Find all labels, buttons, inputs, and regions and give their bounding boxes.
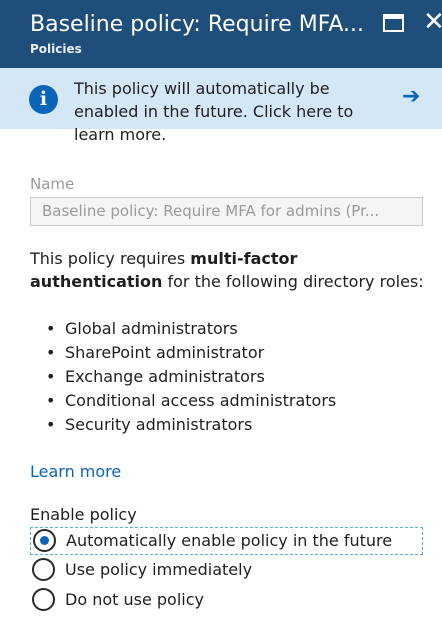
role-label: Security administrators	[65, 415, 253, 434]
description-prefix: This policy requires	[30, 249, 191, 268]
role-label: Exchange administrators	[65, 367, 265, 386]
list-item: • Exchange administrators	[46, 365, 336, 389]
roles-list: • Global administrators • SharePoint admin…	[46, 317, 336, 437]
description-suffix: for the following directory roles:	[162, 272, 424, 291]
info-banner[interactable]: i This policy will automatically be enab…	[0, 68, 442, 144]
learn-more-link[interactable]: Learn more	[30, 461, 121, 483]
role-label: Global administrators	[65, 319, 238, 338]
bullet-icon: •	[46, 343, 56, 362]
radio-selected-icon[interactable]	[33, 529, 56, 552]
bullet-icon: •	[46, 319, 56, 338]
maximize-button[interactable]	[383, 14, 404, 32]
list-item: • Global administrators	[46, 317, 336, 341]
radio-unselected-icon[interactable]	[32, 558, 55, 581]
close-button[interactable]: ✕	[423, 7, 442, 37]
list-item: • SharePoint administrator	[46, 341, 336, 365]
name-label: Name	[30, 175, 75, 193]
page-title: Baseline policy: Require MFA...	[30, 12, 365, 37]
list-item: • Conditional access administrators	[46, 389, 336, 413]
bullet-icon: •	[46, 415, 56, 434]
blade-header: Baseline policy: Require MFA... Policies…	[0, 0, 442, 68]
breadcrumb-policies: Policies	[30, 42, 82, 56]
enable-policy-label: Enable policy	[30, 505, 137, 524]
role-label: SharePoint administrator	[65, 343, 265, 362]
radio-label: Do not use policy	[65, 590, 204, 609]
radio-unselected-icon[interactable]	[32, 588, 55, 611]
list-item: • Security administrators	[46, 413, 336, 437]
radio-dot	[40, 536, 49, 545]
radio-label: Use policy immediately	[65, 560, 253, 579]
close-icon: ✕	[423, 7, 442, 37]
radio-label: Automatically enable policy in the futur…	[66, 531, 393, 550]
policy-description: This policy requires multi-factor authen…	[30, 247, 425, 293]
bullet-icon: •	[46, 391, 56, 410]
info-banner-text: This policy will automatically be enable…	[74, 79, 354, 144]
bullet-icon: •	[46, 367, 56, 386]
info-icon: i	[29, 85, 58, 114]
maximize-icon	[383, 14, 404, 32]
role-label: Conditional access administrators	[65, 391, 337, 410]
radio-auto-enable[interactable]: Automatically enable policy in the futur…	[30, 527, 423, 555]
name-field[interactable]: Baseline policy: Require MFA for admins …	[30, 197, 423, 226]
arrow-right-icon[interactable]: ➔	[402, 85, 424, 109]
